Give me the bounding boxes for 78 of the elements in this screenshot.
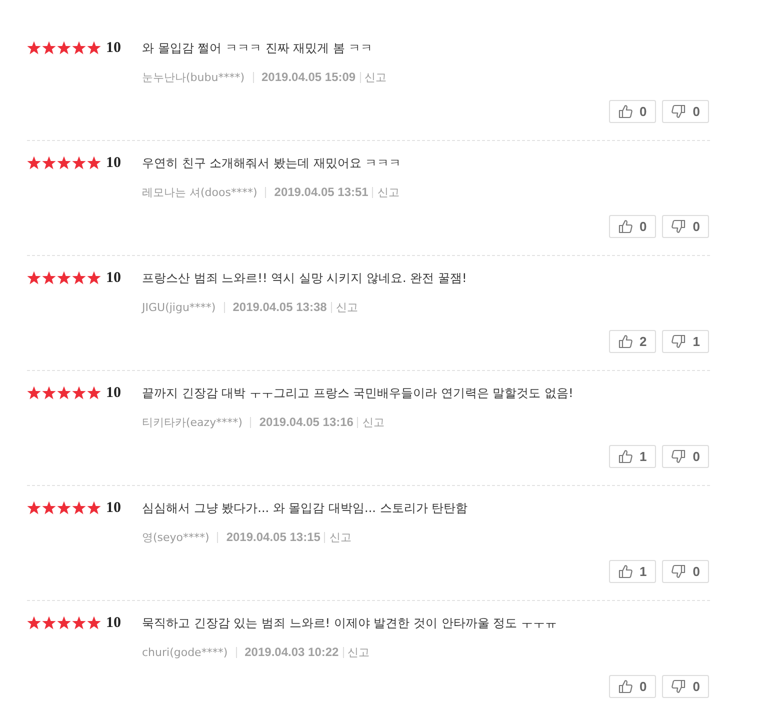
review-date: 2019.04.05 15:09 <box>262 70 356 84</box>
star-icon <box>27 501 41 515</box>
author-name: 레모나는 셔(doos****) <box>142 184 258 200</box>
review-date: 2019.04.05 13:15 <box>226 530 320 544</box>
rating-score: 10 <box>106 270 122 286</box>
rating-score: 10 <box>106 154 122 172</box>
review-date: 2019.04.05 13:51 <box>274 185 368 199</box>
review-date: 2019.04.05 13:38 <box>232 300 327 314</box>
like-button[interactable]: 1 <box>608 560 656 583</box>
thumbs-down-icon <box>670 679 686 694</box>
star-icon <box>27 41 41 55</box>
dislike-button[interactable]: 1 <box>662 330 709 353</box>
dislike-button[interactable]: 0 <box>662 445 709 468</box>
star-icon <box>57 616 71 630</box>
author-name: 티키타카(eazy****) <box>142 414 242 430</box>
star-icon <box>57 156 71 170</box>
star-icon <box>27 386 41 400</box>
star-icon <box>87 386 101 400</box>
star-icon <box>42 501 56 515</box>
star-icon <box>87 501 101 515</box>
star-icon <box>72 616 86 630</box>
thumbs-up-icon <box>618 679 633 694</box>
author-name: 눈누난나(bubu****) <box>142 70 244 84</box>
dislike-button[interactable]: 0 <box>662 100 709 123</box>
rating-score: 10 <box>106 614 122 632</box>
thumbs-up-icon <box>618 104 633 119</box>
thumbs-up-icon <box>618 449 633 464</box>
thumbs-down-icon <box>670 449 686 464</box>
thumbs-up-icon <box>618 564 633 579</box>
star-icon <box>57 271 71 285</box>
like-button[interactable]: 0 <box>608 215 656 238</box>
like-button[interactable]: 0 <box>608 675 656 698</box>
thumbs-up-icon <box>618 334 633 349</box>
star-icon <box>27 616 41 630</box>
dislike-button[interactable]: 0 <box>662 215 709 238</box>
thumbs-down-icon <box>670 104 686 119</box>
review-date: 2019.04.05 13:16 <box>259 415 354 429</box>
star-icon <box>57 501 71 515</box>
thumbs-down-icon <box>670 334 686 349</box>
thumbs-down-icon <box>670 564 686 579</box>
like-button[interactable]: 0 <box>608 100 656 123</box>
star-icon <box>27 156 41 170</box>
star-icon <box>27 271 41 285</box>
like-button[interactable]: 2 <box>608 330 656 353</box>
star-icon <box>42 41 56 55</box>
author-name: JIGU(jigu****) <box>142 300 216 314</box>
review-text: 와 몰입감 쩔어 ㅋㅋㅋ 진짜 재밌게 봄 ㅋㅋ <box>142 40 373 56</box>
rating-score: 10 <box>106 40 122 56</box>
star-icon <box>42 271 56 285</box>
star-icon <box>72 386 86 400</box>
review-text: 묵직하고 긴장감 있는 범죄 느와르! 이제야 발견한 것이 안타까울 정도 ㅜㅜㅠ <box>142 614 557 632</box>
review-text: 프랑스산 범죄 느와르!! 역시 실망 시키지 않네요. 완전 꿀잼! <box>142 270 467 286</box>
review-text: 끝까지 긴장감 대박 ㅜㅜ그리고 프랑스 국민배우들이라 연기력은 말할것도 없음! <box>142 384 574 402</box>
like-button[interactable]: 1 <box>608 445 656 468</box>
author-name: churi(gode****) <box>142 646 228 658</box>
star-icon <box>72 271 86 285</box>
star-icon <box>87 41 101 55</box>
thumbs-down-icon <box>670 219 686 234</box>
star-icon <box>42 616 56 630</box>
star-icon <box>87 156 101 170</box>
star-icon <box>57 386 71 400</box>
star-icon <box>87 271 101 285</box>
star-icon <box>72 41 86 55</box>
rating-score: 10 <box>106 500 122 516</box>
star-icon <box>57 41 71 55</box>
review-text: 심심해서 그냥 봤다가... 와 몰입감 대박임... 스토리가 탄탄함 <box>142 500 468 516</box>
star-icon <box>42 156 56 170</box>
author-name: 영(seyo****) <box>142 530 210 544</box>
thumbs-up-icon <box>618 219 633 234</box>
review-date: 2019.04.03 10:22 <box>244 645 339 659</box>
star-icon <box>72 501 86 515</box>
dislike-button[interactable]: 0 <box>662 560 709 583</box>
review-text: 우연히 친구 소개해줘서 봤는데 재밌어요 ㅋㅋㅋ <box>142 154 402 172</box>
star-icon <box>72 156 86 170</box>
dislike-button[interactable]: 0 <box>662 675 709 698</box>
star-icon <box>87 616 101 630</box>
rating-score: 10 <box>106 384 122 402</box>
star-icon <box>42 386 56 400</box>
